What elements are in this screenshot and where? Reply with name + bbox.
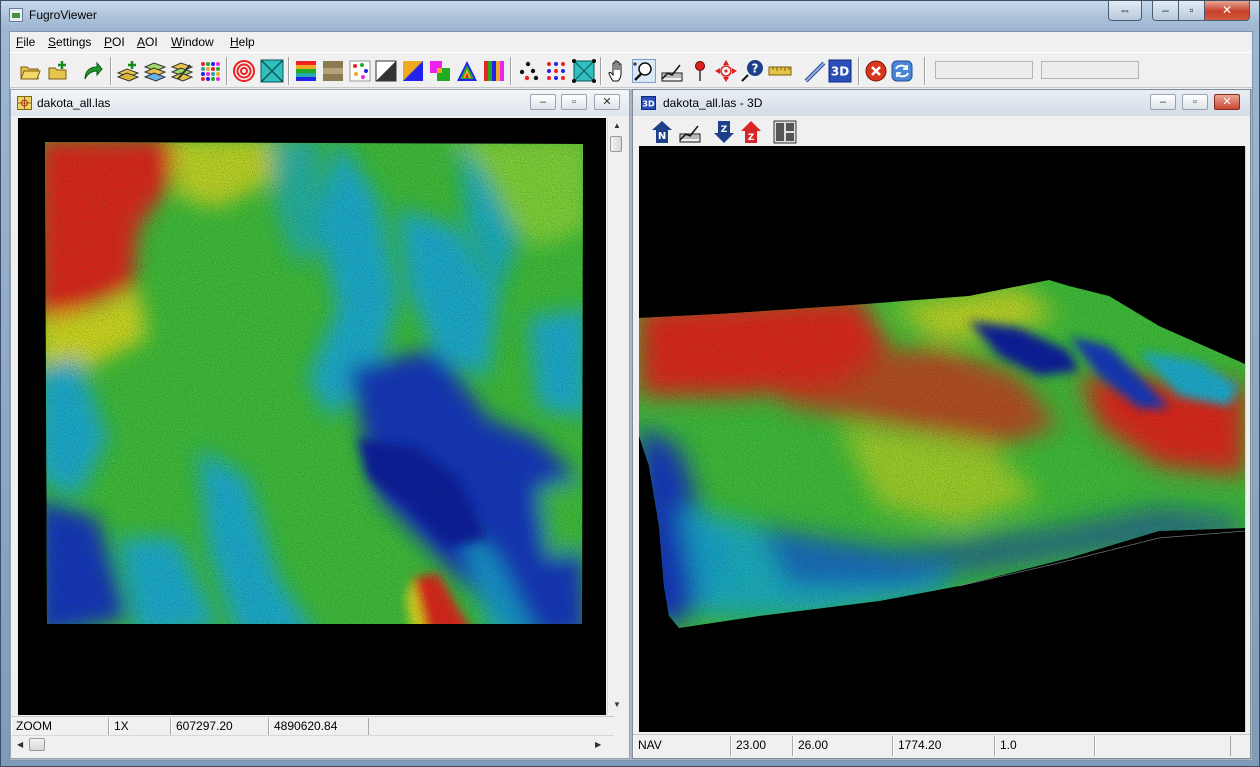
svg-text:3D: 3D: [831, 65, 849, 79]
tin-icon[interactable]: [260, 59, 284, 83]
title-bar[interactable]: FugroViewer ⇔ – ▫ ✕: [1, 1, 1259, 31]
minimize-button[interactable]: –: [1152, 1, 1179, 21]
toolbar-field-1[interactable]: [935, 61, 1033, 79]
cancel-icon[interactable]: [864, 59, 888, 83]
3d-mode: NAV: [633, 736, 731, 756]
toolbar-field-2[interactable]: [1041, 61, 1139, 79]
surface-icon[interactable]: [572, 59, 596, 83]
3d-value-3: 1774.20: [893, 736, 995, 756]
measure-line-icon[interactable]: [802, 59, 826, 83]
elevation-ramp-icon[interactable]: [294, 59, 318, 83]
svg-text:3D: 3D: [642, 100, 655, 109]
map-x-coordinate: 607297.20: [171, 718, 269, 735]
svg-text:Z: Z: [748, 133, 755, 143]
resize-button[interactable]: ⇔: [1108, 1, 1142, 21]
crosshair-icon[interactable]: [714, 59, 738, 83]
map-status-bar: ZOOM 1X 607297.20 4890620.84: [11, 716, 614, 735]
redo-arrow-icon[interactable]: [80, 59, 104, 83]
3d-view[interactable]: [639, 146, 1245, 732]
spectrum-icon[interactable]: [455, 59, 479, 83]
menu-aoi[interactable]: AOI: [137, 35, 158, 49]
3d-window-titlebar[interactable]: 3D dakota_all.las - 3D – ▫ ✕: [633, 90, 1250, 116]
map-window-minimize[interactable]: –: [530, 94, 556, 110]
main-toolbar: ? 3D: [10, 52, 1252, 88]
map-vertical-scrollbar[interactable]: ▲ ▼: [607, 118, 624, 715]
return-icon[interactable]: [428, 59, 452, 83]
map-window-icon: [17, 96, 32, 110]
rainbow-bars-icon[interactable]: [482, 59, 506, 83]
point-grid-icon[interactable]: [544, 59, 568, 83]
svg-text:Z: Z: [721, 125, 728, 135]
3d-value-1: 23.00: [731, 736, 793, 756]
add-layer-icon[interactable]: [116, 59, 140, 83]
3d-window-close[interactable]: ✕: [1214, 94, 1240, 110]
app-window: FugroViewer ⇔ – ▫ ✕ File Settings POI AO…: [0, 0, 1260, 767]
ruler-icon[interactable]: [768, 59, 792, 83]
3d-window-title: dakota_all.las - 3D: [663, 96, 763, 110]
3d-status-bar: NAV 23.00 26.00 1774.20 1.0: [633, 734, 1250, 756]
classification-icon[interactable]: [401, 59, 425, 83]
app-icon: [9, 8, 23, 22]
3d-window-minimize[interactable]: –: [1150, 94, 1176, 110]
map-window-close[interactable]: ✕: [594, 94, 620, 110]
north-up-icon[interactable]: N: [650, 120, 674, 144]
points-icon[interactable]: [516, 59, 540, 83]
3d-icon[interactable]: 3D: [828, 59, 852, 83]
lidar-elevation-map[interactable]: [18, 118, 606, 715]
intensity-icon[interactable]: [321, 59, 345, 83]
map-horizontal-scroll-thumb[interactable]: [29, 738, 45, 751]
3d-window-icon: 3D: [641, 96, 656, 110]
app-title: FugroViewer: [29, 8, 97, 22]
z-up-icon[interactable]: Z: [739, 120, 763, 144]
client-area: File Settings POI AOI Window Help ? 3D d…: [9, 31, 1253, 761]
layers-edit-icon[interactable]: [170, 59, 194, 83]
map-window-titlebar[interactable]: dakota_all.las – ▫ ✕: [11, 90, 629, 116]
map-horizontal-scrollbar[interactable]: ◀ ▶: [11, 735, 614, 753]
mdi-workspace: dakota_all.las – ▫ ✕ ▲ ▼ ZOOM 1X 607297.…: [10, 89, 1252, 760]
3d-value-2: 26.00: [793, 736, 893, 756]
z-down-icon[interactable]: Z: [712, 120, 736, 144]
split-view-icon[interactable]: [773, 120, 797, 144]
svg-text:?: ?: [752, 62, 759, 76]
pan-hand-icon[interactable]: [606, 59, 630, 83]
3d-window: 3D dakota_all.las - 3D – ▫ ✕ N Z Z NAV 2…: [632, 89, 1251, 759]
maximize-button[interactable]: ▫: [1178, 1, 1205, 21]
layers-icon[interactable]: [143, 59, 167, 83]
map-zoom-level: 1X: [109, 718, 171, 735]
menu-window[interactable]: Window: [171, 35, 214, 49]
rgb-points-icon[interactable]: [348, 59, 372, 83]
profile-icon[interactable]: [660, 59, 684, 83]
map-window: dakota_all.las – ▫ ✕ ▲ ▼ ZOOM 1X 607297.…: [10, 89, 630, 759]
menu-help[interactable]: Help: [230, 35, 255, 49]
3d-toolbar: N Z Z: [633, 117, 1250, 145]
pin-icon[interactable]: [688, 59, 712, 83]
map-mode: ZOOM: [11, 718, 109, 735]
map-window-maximize[interactable]: ▫: [561, 94, 587, 110]
profile-view-icon[interactable]: [678, 120, 702, 144]
hillshade-icon[interactable]: [374, 59, 398, 83]
svg-text:N: N: [658, 131, 666, 142]
close-button[interactable]: ✕: [1204, 1, 1250, 21]
contour-icon[interactable]: [232, 59, 256, 83]
open-file-icon[interactable]: [18, 59, 42, 83]
color-grid-icon[interactable]: [198, 59, 222, 83]
map-view[interactable]: [18, 118, 606, 715]
add-file-icon[interactable]: [46, 59, 70, 83]
menu-file[interactable]: File: [16, 35, 35, 49]
map-y-coordinate: 4890620.84: [269, 718, 369, 735]
refresh-icon[interactable]: [890, 59, 914, 83]
zoom-icon[interactable]: [632, 59, 656, 83]
3d-view-edge: [1245, 146, 1250, 732]
3d-status-empty: [1095, 736, 1231, 756]
3d-window-maximize[interactable]: ▫: [1182, 94, 1208, 110]
menu-settings[interactable]: Settings: [48, 35, 91, 49]
3d-value-4: 1.0: [995, 736, 1095, 756]
menu-poi[interactable]: POI: [104, 35, 125, 49]
lidar-3d-terrain[interactable]: [639, 146, 1245, 732]
map-window-title: dakota_all.las: [37, 96, 111, 110]
menu-bar: File Settings POI AOI Window Help: [10, 32, 1252, 52]
map-vertical-scroll-thumb[interactable]: [610, 136, 622, 152]
query-icon[interactable]: ?: [740, 59, 764, 83]
